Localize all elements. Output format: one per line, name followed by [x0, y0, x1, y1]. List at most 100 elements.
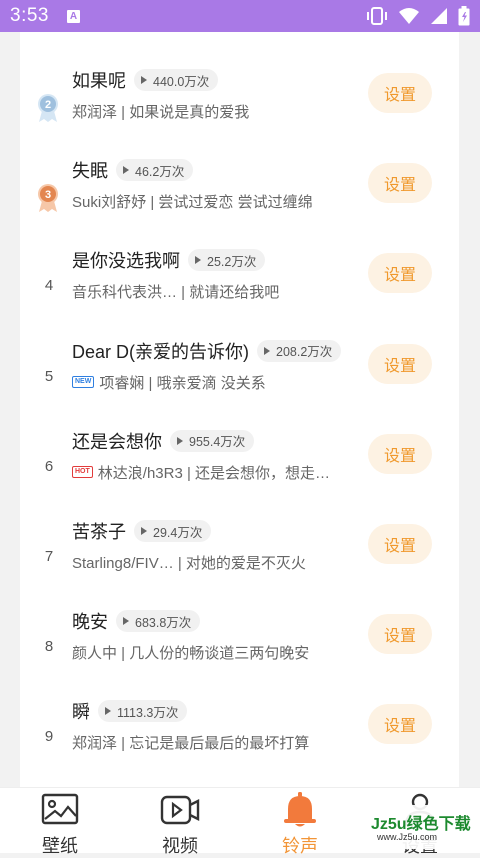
title-line: 还是会想你 955.4万次 — [72, 428, 255, 454]
watermark: Jz5u绿色下载 www.Jz5u.com — [365, 805, 475, 849]
title-line: 晚安 683.8万次 — [72, 608, 201, 634]
set-ringtone-button[interactable]: 设置 — [368, 163, 432, 204]
wifi-icon — [399, 8, 419, 24]
rank-number: 9 — [44, 728, 54, 746]
rank-medal-icon: 2 — [38, 94, 58, 122]
watermark-text: Jz5u绿色下载 — [371, 816, 471, 833]
ringtone-list: 2 如果呢 440.0万次 郑润泽 | 如果说是真的爱我 设置 3 失眠 46.… — [20, 32, 459, 787]
song-subtitle: HOT 林达浪/h3R3 | 还是会想你，想走… — [72, 462, 352, 483]
play-count: 955.4万次 — [189, 435, 246, 450]
song-subtitle: Starling8/FIV… | 对她的爱是不灭火 — [72, 552, 352, 573]
rank-number: 5 — [44, 367, 54, 385]
set-ringtone-button[interactable]: 设置 — [368, 433, 432, 474]
play-icon — [123, 166, 129, 175]
title-line: Dear D(亲爱的告诉你) 208.2万次 — [72, 338, 342, 364]
play-icon — [264, 346, 271, 355]
play-count-badge: 46.2万次 — [116, 159, 194, 182]
tab-ringtone[interactable]: 铃声 — [240, 788, 360, 856]
rank-number: 3 — [45, 189, 51, 201]
play-icon — [123, 617, 129, 626]
rank-number: 2 — [45, 99, 51, 111]
song-subtitle: Suki刘舒妤 | 尝试过爱恋 尝试过缠绵 — [72, 191, 352, 212]
set-ringtone-button[interactable]: 设置 — [368, 614, 432, 655]
play-count: 1113.3万次 — [117, 705, 179, 720]
artist-lyric: 林达浪/h3R3 | 还是会想你，想走… — [97, 464, 331, 482]
artist-lyric: 颜人中 | 几人份的畅谈道三两句晚安 — [72, 645, 310, 663]
song-subtitle: 音乐科代表洪… | 就请还给我吧 — [72, 281, 352, 302]
song-title: 如果呢 — [72, 71, 126, 91]
set-ringtone-button[interactable]: 设置 — [368, 704, 432, 745]
artist-lyric: Suki刘舒妤 | 尝试过爱恋 尝试过缠绵 — [72, 194, 313, 212]
play-icon — [105, 707, 111, 716]
rank-number: 7 — [44, 548, 54, 565]
play-count: 440.0万次 — [153, 74, 210, 89]
title-line: 失眠 46.2万次 — [72, 157, 194, 183]
set-ringtone-button[interactable]: 设置 — [368, 524, 432, 564]
play-count-badge: 683.8万次 — [116, 610, 201, 633]
song-subtitle: NEW 项睿娴 | 哦亲爱滴 没关系 — [72, 372, 352, 393]
song-subtitle: 郑润泽 | 如果说是真的爱我 — [72, 101, 352, 122]
title-line: 如果呢 440.0万次 — [72, 67, 219, 93]
play-count-badge: 955.4万次 — [170, 429, 255, 452]
video-icon — [160, 795, 200, 825]
play-count: 46.2万次 — [135, 164, 185, 179]
play-count-badge: 1113.3万次 — [98, 700, 188, 723]
rank-number: 6 — [44, 457, 54, 475]
bell-icon — [284, 792, 316, 827]
play-count: 683.8万次 — [135, 615, 192, 630]
hot-badge: HOT — [72, 466, 93, 479]
set-ringtone-button[interactable]: 设置 — [368, 343, 432, 384]
play-count-badge: 29.4万次 — [134, 520, 212, 542]
song-title: 瞬 — [72, 702, 90, 723]
song-title: 苦茶子 — [72, 522, 126, 542]
list-item[interactable]: 4 是你没选我啊 25.2万次 音乐科代表洪… | 就请还给我吧 设置 — [20, 229, 459, 319]
play-icon — [195, 256, 201, 265]
song-title: 晚安 — [72, 612, 108, 633]
tab-video[interactable]: 视频 — [120, 788, 240, 856]
tab-label: 铃声 — [282, 836, 318, 856]
play-count-badge: 440.0万次 — [134, 69, 219, 91]
tab-label: 视频 — [162, 836, 198, 856]
status-icons — [366, 6, 470, 26]
play-icon — [141, 76, 147, 84]
tab-wallpaper[interactable]: 壁纸 — [0, 788, 120, 856]
title-line: 瞬 1113.3万次 — [72, 698, 188, 724]
tab-label: 壁纸 — [42, 836, 78, 856]
rank-number: 4 — [44, 277, 54, 295]
list-item[interactable]: 6 还是会想你 955.4万次 HOT 林达浪/h3R3 | 还是会想你，想走… … — [20, 410, 459, 500]
list-item[interactable]: 7 苦茶子 29.4万次 Starling8/FIV… | 对她的爱是不灭火 设… — [20, 500, 459, 590]
image-icon — [41, 793, 79, 825]
song-title: 失眠 — [72, 161, 108, 182]
song-subtitle: 颜人中 | 几人份的畅谈道三两句晚安 — [72, 642, 352, 663]
song-title: 是你没选我啊 — [72, 251, 180, 272]
song-title: Dear D(亲爱的告诉你) — [72, 341, 250, 362]
title-line: 是你没选我啊 25.2万次 — [72, 247, 266, 273]
list-item[interactable]: 8 晚安 683.8万次 颜人中 | 几人份的畅谈道三两句晚安 设置 — [20, 590, 459, 680]
rank-number: 8 — [44, 638, 54, 656]
play-count: 208.2万次 — [276, 345, 333, 360]
vibrate-icon — [367, 7, 387, 25]
artist-lyric: Starling8/FIV… | 对她的爱是不灭火 — [72, 555, 306, 572]
status-bar: 3:53 A — [0, 0, 480, 32]
play-count-badge: 25.2万次 — [188, 249, 266, 272]
list-item[interactable]: 2 如果呢 440.0万次 郑润泽 | 如果说是真的爱我 设置 — [20, 49, 459, 139]
play-count: 25.2万次 — [207, 254, 257, 269]
list-item[interactable]: 3 失眠 46.2万次 Suki刘舒妤 | 尝试过爱恋 尝试过缠绵 设置 — [20, 139, 459, 229]
set-ringtone-button[interactable]: 设置 — [368, 73, 432, 113]
song-subtitle: 郑润泽 | 忘记是最后最后的最坏打算 — [72, 732, 352, 753]
status-time: 3:53 — [10, 5, 49, 26]
play-icon — [177, 436, 183, 445]
new-badge: NEW — [72, 376, 95, 389]
play-count-badge: 208.2万次 — [257, 339, 342, 362]
rank-medal-icon: 3 — [38, 184, 58, 213]
battery-icon — [458, 6, 470, 26]
set-ringtone-button[interactable]: 设置 — [368, 253, 432, 294]
list-item[interactable]: 9 瞬 1113.3万次 郑润泽 | 忘记是最后最后的最坏打算 设置 — [20, 680, 459, 770]
play-count: 29.4万次 — [153, 525, 203, 540]
artist-lyric: 项睿娴 | 哦亲爱滴 没关系 — [99, 374, 266, 392]
title-line: 苦茶子 29.4万次 — [72, 518, 212, 544]
notification-a-icon: A — [66, 9, 80, 23]
list-item[interactable]: 5 Dear D(亲爱的告诉你) 208.2万次 NEW 项睿娴 | 哦亲爱滴 没… — [20, 320, 459, 410]
song-title: 还是会想你 — [72, 431, 162, 452]
signal-icon — [431, 8, 447, 24]
